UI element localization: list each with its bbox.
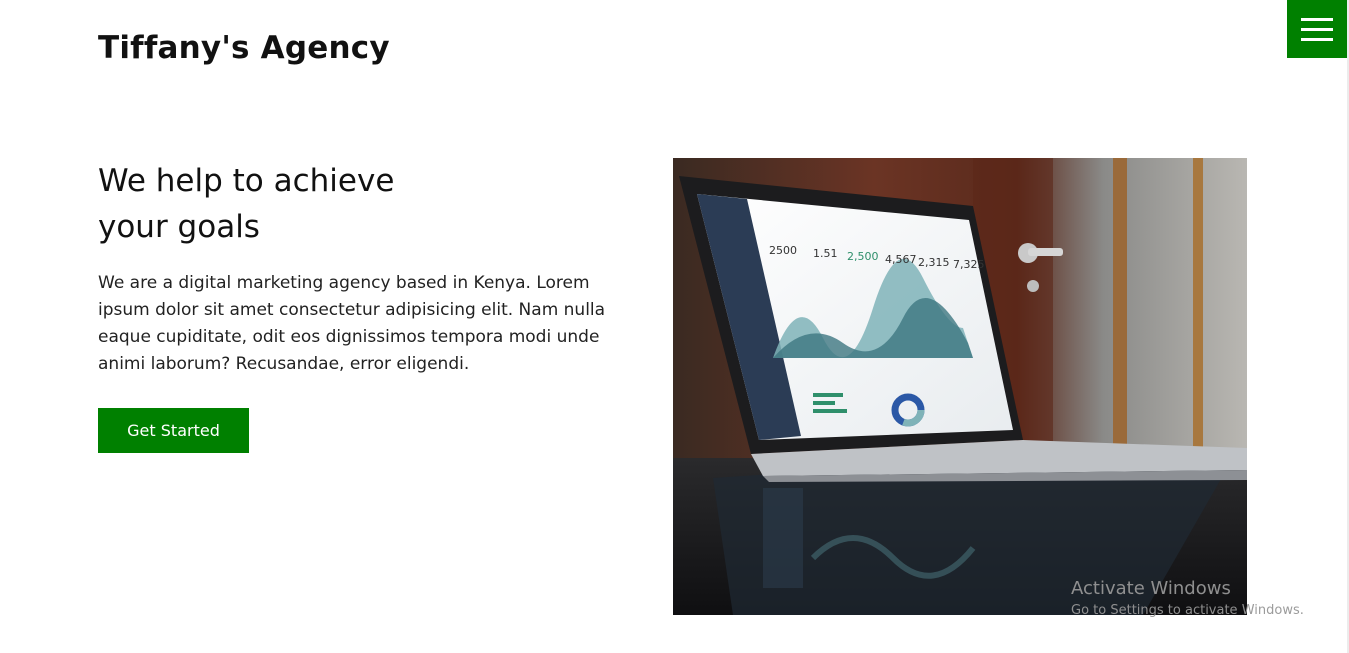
hamburger-menu-icon[interactable] bbox=[1287, 0, 1347, 58]
stat-value: 2,315 bbox=[918, 256, 950, 269]
stat-value: 4,567 bbox=[885, 253, 917, 266]
stat-value: 2500 bbox=[769, 244, 797, 257]
menu-bar bbox=[1301, 37, 1333, 41]
watermark-subtitle: Go to Settings to activate Windows. bbox=[1071, 603, 1304, 618]
hero-title-line: your goals bbox=[98, 209, 260, 245]
hero-title-line: We help to achieve bbox=[98, 163, 395, 199]
stat-value: 7,325 bbox=[953, 258, 985, 271]
watermark-title: Activate Windows bbox=[1071, 578, 1231, 599]
get-started-button[interactable]: Get Started bbox=[98, 408, 249, 453]
laptop-photo: 2500 1.51 2,500 4,567 2,315 7,325 bbox=[673, 158, 1247, 615]
hero-image: 2500 1.51 2,500 4,567 2,315 7,325 bbox=[673, 158, 1247, 615]
menu-bar bbox=[1301, 27, 1333, 31]
brand-logo[interactable]: Tiffany's Agency bbox=[98, 30, 390, 66]
stat-value: 2,500 bbox=[847, 250, 879, 263]
hero-title: We help to achieve your goals bbox=[98, 158, 518, 250]
hero-description: We are a digital marketing agency based … bbox=[98, 273, 606, 374]
page: Tiffany's Agency We help to achieve your… bbox=[0, 0, 1349, 653]
stat-value: 1.51 bbox=[813, 247, 838, 260]
menu-bar bbox=[1301, 17, 1333, 21]
os-activation-watermark: Activate Windows Go to Settings to activ… bbox=[1071, 578, 1304, 622]
